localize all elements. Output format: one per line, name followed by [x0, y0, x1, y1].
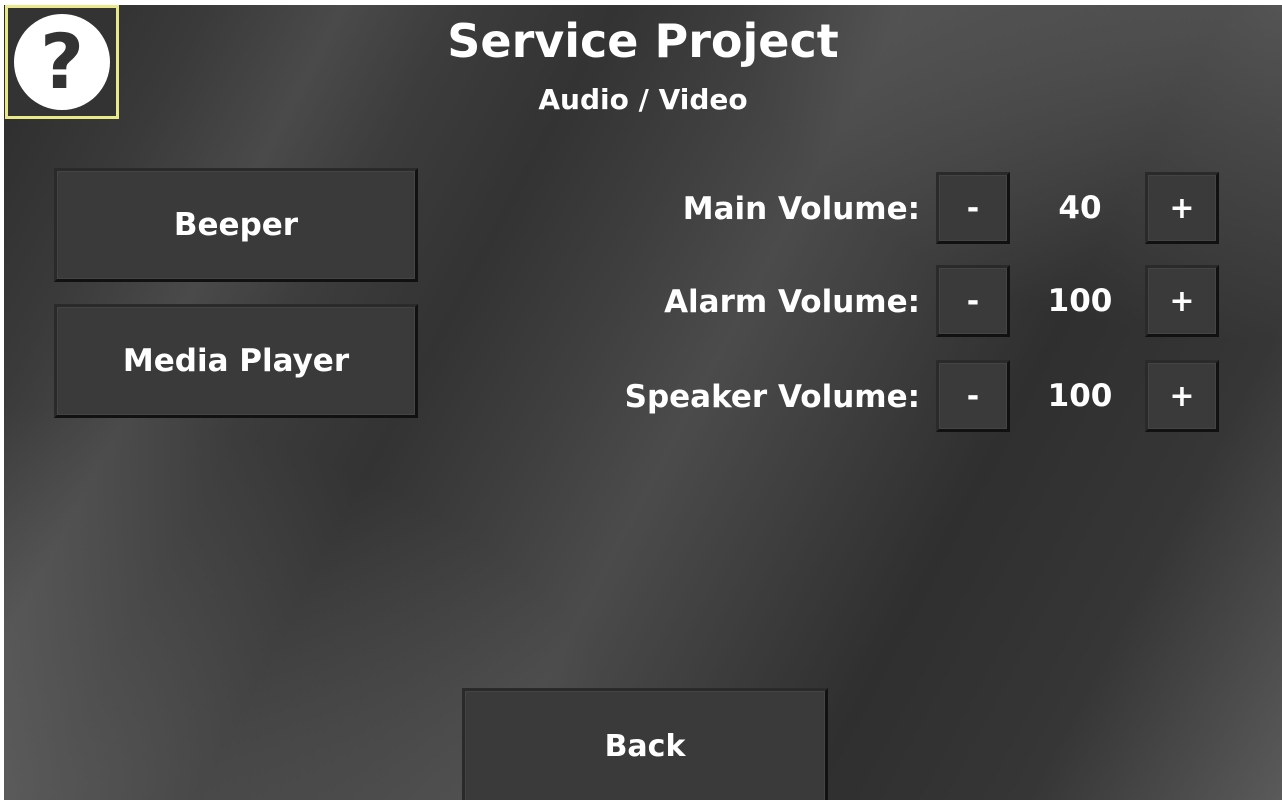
speaker-volume-value: 100: [1047, 378, 1113, 414]
main-volume-decrease-button[interactable]: -: [936, 172, 1010, 244]
beeper-button[interactable]: Beeper: [54, 168, 418, 282]
page-title: Service Project: [447, 14, 839, 68]
alarm-volume-value: 100: [1047, 283, 1113, 319]
media-player-button[interactable]: Media Player: [54, 304, 418, 418]
speaker-volume-decrease-button[interactable]: -: [936, 360, 1010, 432]
alarm-volume-label: Alarm Volume:: [664, 284, 920, 320]
back-button-label: Back: [604, 728, 686, 764]
main-volume-label: Main Volume:: [682, 191, 920, 227]
beeper-button-label: Beeper: [173, 207, 299, 243]
plus-icon: +: [1169, 378, 1195, 414]
plus-icon: +: [1169, 283, 1195, 319]
minus-icon: -: [966, 378, 980, 414]
speaker-volume-increase-button[interactable]: +: [1145, 360, 1219, 432]
media-player-button-label: Media Player: [122, 343, 350, 379]
alarm-volume-increase-button[interactable]: +: [1145, 265, 1219, 337]
main-volume-value: 40: [1058, 190, 1102, 226]
alarm-volume-decrease-button[interactable]: -: [936, 265, 1010, 337]
help-icon: ?: [14, 14, 110, 110]
minus-icon: -: [966, 283, 980, 319]
main-volume-increase-button[interactable]: +: [1145, 172, 1219, 244]
speaker-volume-label: Speaker Volume:: [624, 379, 920, 415]
page-subtitle: Audio / Video: [538, 83, 748, 116]
help-button[interactable]: ?: [5, 5, 119, 119]
audio-video-screen: ? Service Project Audio / Video Beeper M…: [4, 5, 1282, 800]
back-button[interactable]: Back: [462, 688, 828, 800]
minus-icon: -: [966, 190, 980, 226]
plus-icon: +: [1169, 190, 1195, 226]
